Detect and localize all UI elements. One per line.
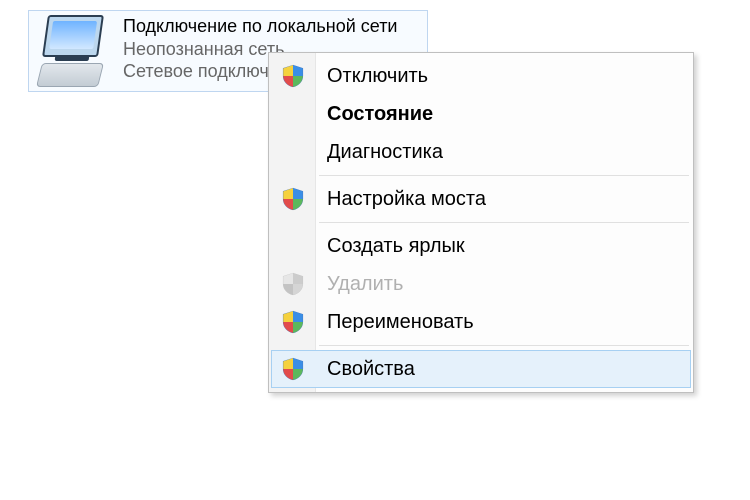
uac-shield-icon	[280, 271, 306, 297]
context-menu-separator	[319, 175, 689, 176]
uac-shield-icon	[280, 186, 306, 212]
context-menu-item-label: Свойства	[327, 358, 415, 381]
context-menu-item[interactable]: Диагностика	[271, 133, 691, 171]
context-menu-item-label: Удалить	[327, 273, 403, 296]
context-menu-item[interactable]: Переименовать	[271, 303, 691, 341]
context-menu-item-label: Отключить	[327, 65, 428, 88]
context-menu-item-label: Переименовать	[327, 311, 474, 334]
context-menu-item-label: Состояние	[327, 103, 433, 126]
context-menu-item[interactable]: Состояние	[271, 95, 691, 133]
context-menu-item: Удалить	[271, 265, 691, 303]
uac-shield-icon	[280, 63, 306, 89]
context-menu-item-label: Диагностика	[327, 141, 443, 164]
context-menu-separator	[319, 345, 689, 346]
context-menu-item[interactable]: Свойства	[271, 350, 691, 388]
network-connection-icon	[37, 15, 119, 87]
context-menu: Отключить Состояние Диагностика Настройка …	[268, 52, 694, 393]
network-connection-title: Подключение по локальной сети	[123, 15, 419, 38]
uac-shield-icon	[280, 356, 306, 382]
uac-shield-icon	[280, 309, 306, 335]
context-menu-separator	[319, 222, 689, 223]
context-menu-item[interactable]: Создать ярлык	[271, 227, 691, 265]
context-menu-item-label: Настройка моста	[327, 188, 486, 211]
context-menu-item-label: Создать ярлык	[327, 235, 465, 258]
context-menu-item[interactable]: Настройка моста	[271, 180, 691, 218]
context-menu-item[interactable]: Отключить	[271, 57, 691, 95]
